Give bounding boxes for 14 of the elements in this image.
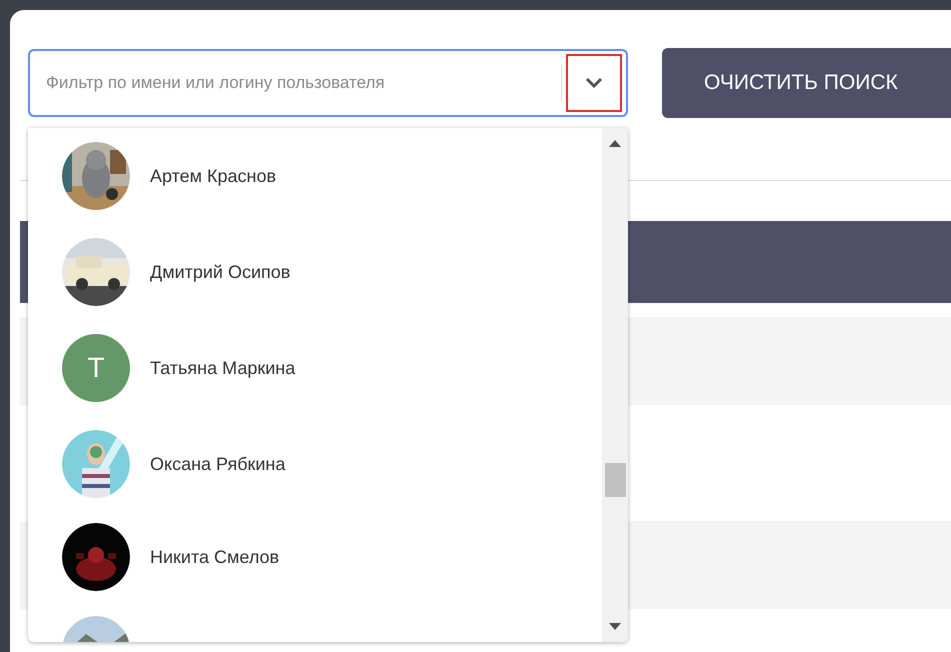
chevron-down-icon <box>584 77 604 89</box>
scrollbar[interactable] <box>602 128 628 642</box>
dropdown-toggle[interactable] <box>566 54 622 112</box>
user-name[interactable]: Татьяна Маркина <box>150 358 296 378</box>
clear-search-button[interactable]: ОЧИСТИТЬ ПОИСК <box>662 48 951 118</box>
user-name[interactable]: Никита Смелов <box>150 546 280 568</box>
user-avatar: T <box>62 334 130 402</box>
down-arrow-icon[interactable] <box>609 623 621 630</box>
user-name[interactable]: Оксана Рябкина <box>150 454 286 474</box>
user-name[interactable]: Артем Краснов <box>150 166 276 186</box>
up-arrow-icon[interactable] <box>609 140 621 147</box>
user-name[interactable]: Дмитрий Осипов <box>150 262 290 282</box>
scrollbar-thumb[interactable] <box>605 463 626 497</box>
search-field[interactable]: Фильтр по имени или логину пользователя <box>28 49 628 117</box>
